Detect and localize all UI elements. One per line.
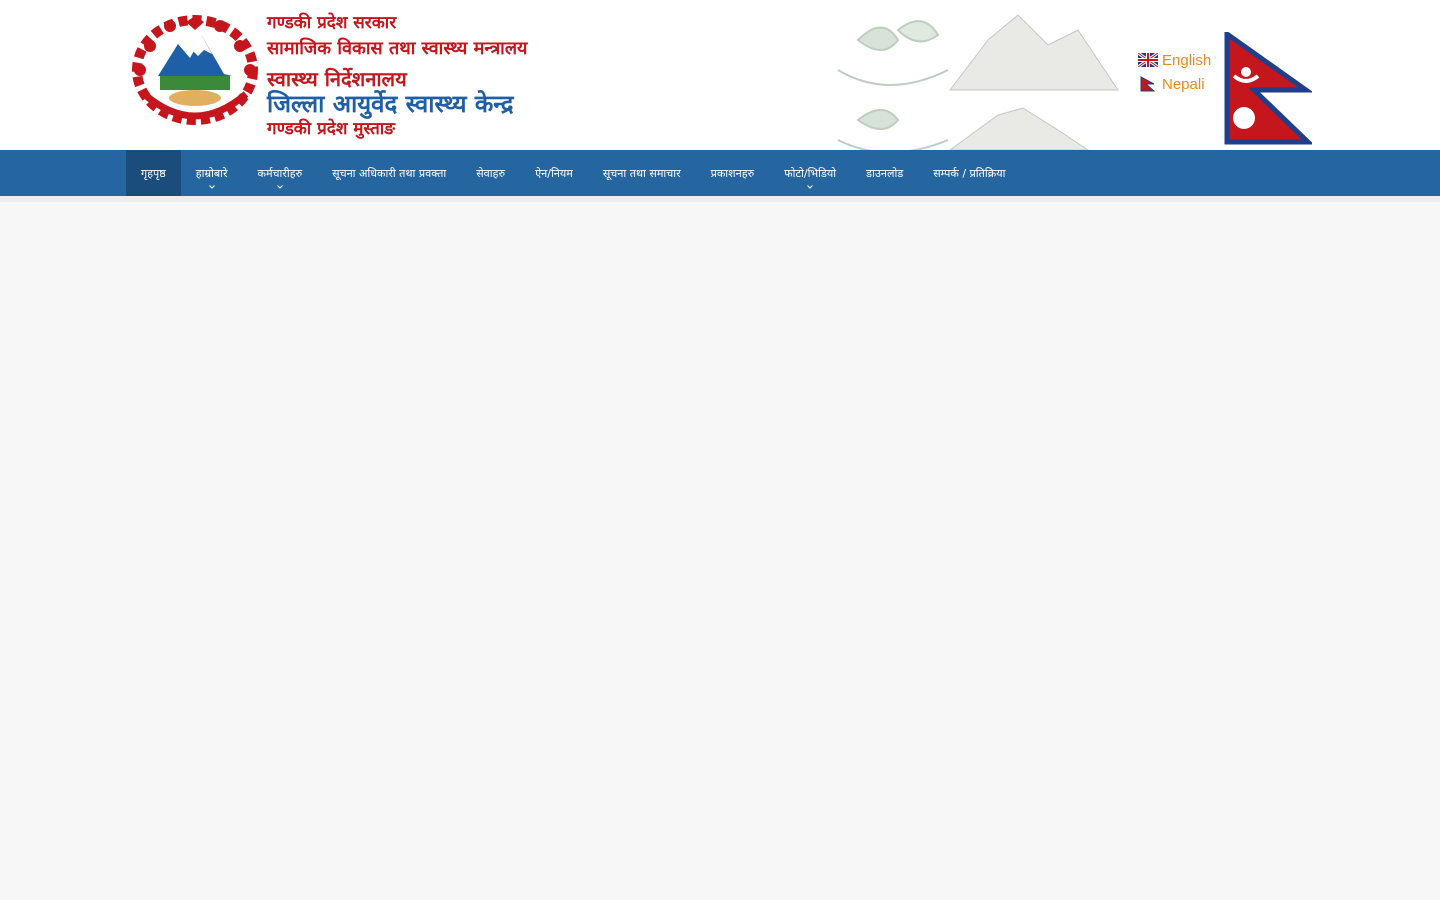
language-nepali-link[interactable]: Nepali: [1138, 72, 1211, 96]
org-line-province: गण्डकी प्रदेश सरकार: [267, 13, 397, 33]
nav-item-label: प्रकाशनहरु: [710, 166, 755, 180]
main-nav-list: गृहपृष्ठ हाम्रोबारे कर्मचारीहरु सूचना अधिका…: [126, 150, 1020, 196]
nepal-flag-icon: [1224, 32, 1312, 145]
language-english-link[interactable]: English: [1138, 48, 1211, 72]
nav-item-0[interactable]: गृहपृष्ठ: [126, 150, 181, 196]
nepal-emblem-icon[interactable]: [130, 14, 260, 126]
nav-item-9[interactable]: डाउनलोड: [851, 150, 918, 196]
nav-item-label: डाउनलोड: [866, 166, 904, 180]
nav-item-3[interactable]: सूचना अधिकारी तथा प्रवक्ता: [317, 150, 461, 196]
herbal-mountain-banner: [837, 14, 1119, 150]
nav-item-label: ऐन/नियम: [535, 166, 573, 180]
uk-flag-icon: [1138, 53, 1158, 67]
language-english-label: English: [1162, 51, 1212, 69]
nav-item-8[interactable]: फोटो/भिडियो: [769, 150, 851, 196]
org-line-location: गण्डकी प्रदेश मुस्ताङ: [267, 119, 395, 139]
nav-item-label: गृहपृष्ठ: [141, 166, 166, 180]
nav-item-label: फोटो/भिडियो: [784, 166, 837, 180]
chevron-down-icon: [208, 185, 215, 189]
org-line-ministry: सामाजिक विकास तथा स्वास्थ्य मन्त्रालय: [267, 38, 528, 59]
nav-shadow-divider: [0, 196, 1440, 202]
nav-item-2[interactable]: कर्मचारीहरु: [243, 150, 318, 196]
nav-item-4[interactable]: सेवाहरु: [461, 150, 520, 196]
nav-item-1[interactable]: हाम्रोबारे: [181, 150, 243, 196]
language-switcher: English Nepali: [1138, 48, 1211, 96]
nav-item-6[interactable]: सूचना तथा समाचार: [588, 150, 696, 196]
nav-item-label: सेवाहरु: [476, 166, 506, 180]
nav-item-10[interactable]: सम्पर्क / प्रतिक्रिया: [918, 150, 1020, 196]
nav-item-label: सूचना अधिकारी तथा प्रवक्ता: [332, 166, 447, 180]
main-navigation: गृहपृष्ठ हाम्रोबारे कर्मचारीहरु सूचना अधिका…: [0, 150, 1440, 196]
nav-item-label: हाम्रोबारे: [195, 166, 228, 180]
chevron-down-icon: [807, 185, 813, 189]
language-nepali-label: Nepali: [1162, 75, 1205, 93]
nav-item-7[interactable]: प्रकाशनहरु: [696, 150, 770, 196]
nav-item-5[interactable]: ऐन/नियम: [520, 150, 588, 196]
site-header: गण्डकी प्रदेश सरकार सामाजिक विकास तथा स्…: [0, 0, 1440, 150]
nav-item-label: सम्पर्क / प्रतिक्रिया: [933, 166, 1006, 180]
nav-item-label: सूचना तथा समाचार: [602, 166, 681, 180]
chevron-down-icon: [276, 185, 283, 189]
nepal-flag-small-icon: [1140, 76, 1156, 92]
nav-item-label: कर्मचारीहरु: [257, 166, 303, 180]
